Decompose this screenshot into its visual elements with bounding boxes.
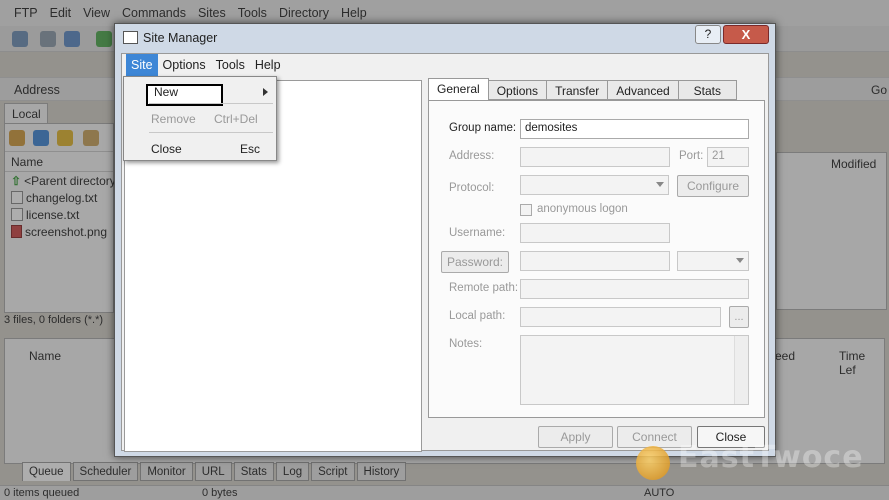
tab-advanced[interactable]: Advanced bbox=[607, 80, 679, 100]
menu-separator bbox=[149, 132, 273, 133]
menu-item-new-label: New bbox=[154, 85, 179, 99]
menu-item-new[interactable]: New bbox=[125, 80, 275, 106]
tab-stats[interactable]: Stats bbox=[677, 80, 738, 100]
menu-item-remove-shortcut: Ctrl+Del bbox=[214, 112, 258, 126]
tab-transfer[interactable]: Transfer bbox=[546, 80, 609, 100]
anonymous-label: anonymous logon bbox=[537, 203, 628, 215]
menu-separator bbox=[149, 103, 273, 104]
menu-item-remove-label: Remove bbox=[151, 112, 196, 126]
tab-general[interactable]: General bbox=[428, 78, 489, 100]
menu-item-remove[interactable]: Remove Ctrl+Del bbox=[125, 107, 275, 129]
settings-tabs: General Options Transfer Advanced Stats bbox=[428, 78, 738, 100]
notes-field[interactable] bbox=[520, 335, 749, 405]
submenu-arrow-icon bbox=[263, 88, 268, 96]
tab-options[interactable]: Options bbox=[487, 80, 548, 100]
menu-site[interactable]: Site bbox=[126, 54, 158, 76]
group-name-field[interactable]: demosites bbox=[520, 119, 749, 139]
port-label: Port: bbox=[679, 150, 704, 162]
watermark-text: EastTwoce bbox=[678, 440, 864, 475]
menu-options[interactable]: Options bbox=[158, 54, 211, 76]
remote-path-label: Remote path: bbox=[449, 282, 519, 294]
site-menu-dropdown: New Remove Ctrl+Del Close Esc bbox=[123, 76, 277, 161]
menu-help[interactable]: Help bbox=[250, 54, 286, 76]
password-field[interactable] bbox=[520, 251, 670, 271]
watermark-logo bbox=[636, 446, 670, 480]
help-button[interactable]: ? bbox=[695, 25, 721, 44]
password-mode-select[interactable] bbox=[677, 251, 749, 271]
anonymous-checkbox[interactable] bbox=[520, 204, 532, 216]
address-label: Address: bbox=[449, 150, 495, 162]
remote-path-field[interactable] bbox=[520, 279, 749, 299]
protocol-label: Protocol: bbox=[449, 182, 495, 194]
notes-label: Notes: bbox=[449, 338, 483, 350]
password-button[interactable]: Password: bbox=[441, 251, 509, 273]
menu-tools[interactable]: Tools bbox=[211, 54, 250, 76]
port-field[interactable]: 21 bbox=[707, 147, 749, 167]
menu-item-close-label: Close bbox=[151, 142, 182, 156]
apply-button[interactable]: Apply bbox=[538, 426, 613, 448]
menu-item-close-shortcut: Esc bbox=[240, 142, 261, 156]
group-name-label: Group name: bbox=[449, 122, 517, 134]
site-manager-icon bbox=[123, 31, 138, 44]
chevron-down-icon bbox=[656, 182, 664, 187]
browse-button[interactable]: ... bbox=[729, 306, 749, 328]
local-path-label: Local path: bbox=[449, 310, 506, 322]
close-window-button[interactable]: X bbox=[723, 25, 769, 44]
local-path-field[interactable] bbox=[520, 307, 721, 327]
username-field[interactable] bbox=[520, 223, 670, 243]
notes-scrollbar[interactable] bbox=[734, 336, 748, 404]
menu-item-close[interactable]: Close Esc bbox=[125, 137, 275, 159]
protocol-select[interactable] bbox=[520, 175, 669, 195]
configure-button[interactable]: Configure bbox=[677, 175, 749, 197]
address-field[interactable] bbox=[520, 147, 670, 167]
dialog-title: Site Manager bbox=[143, 31, 218, 45]
general-panel: Group name: demosites Address: Port: 21 … bbox=[428, 100, 765, 418]
username-label: Username: bbox=[449, 227, 506, 239]
dialog-menubar: Site Options Tools Help bbox=[122, 54, 768, 76]
chevron-down-icon bbox=[736, 258, 744, 263]
